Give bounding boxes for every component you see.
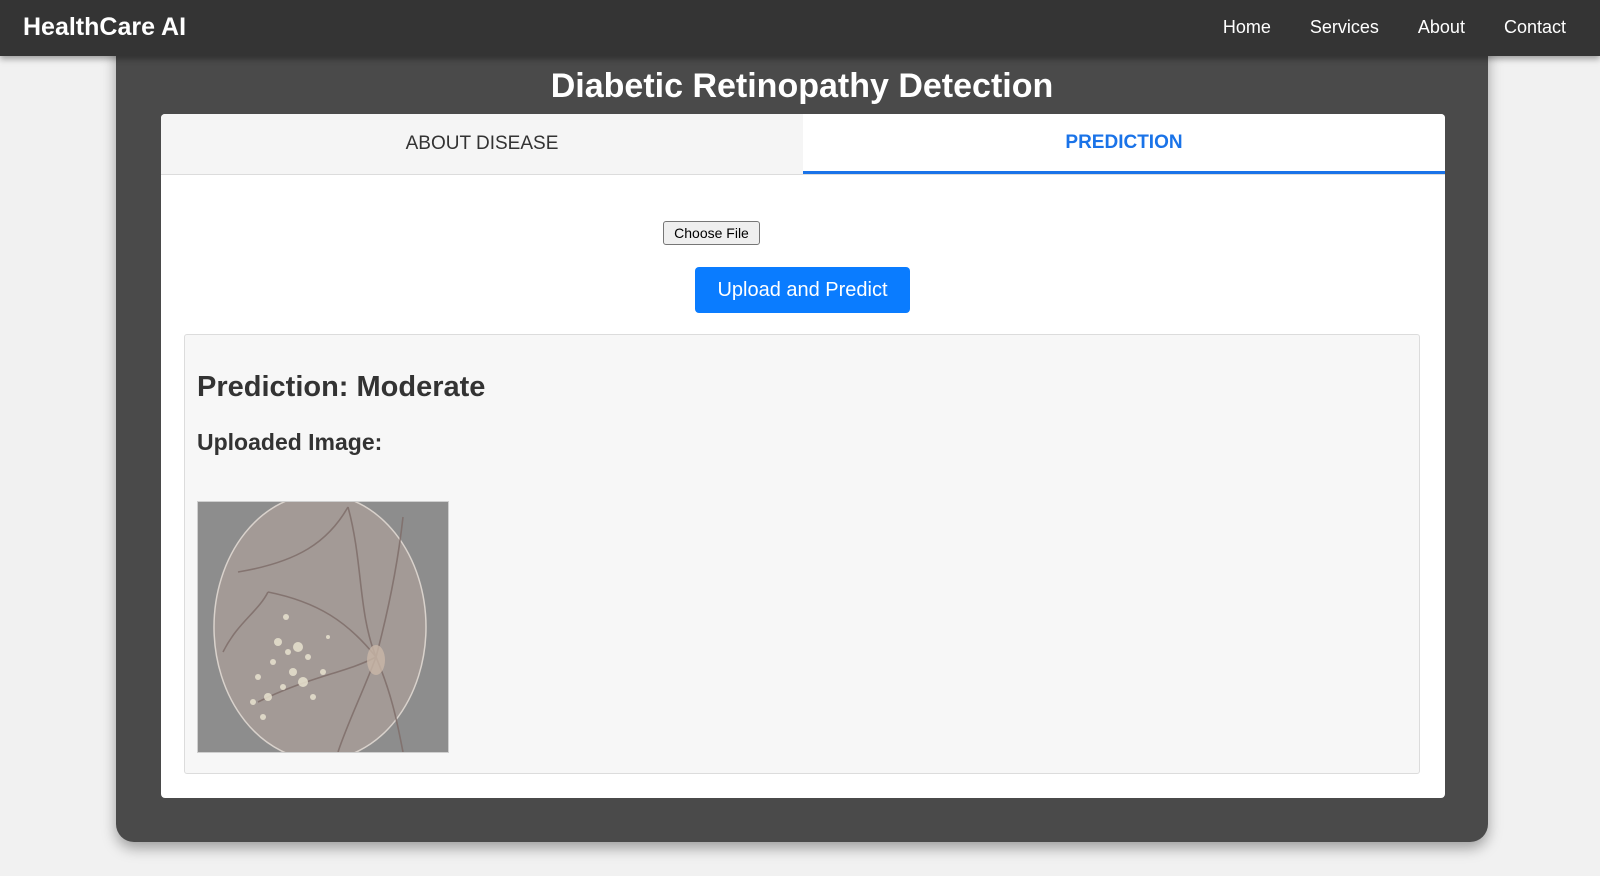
nav-link-home[interactable]: Home — [1223, 17, 1271, 38]
choose-file-button[interactable]: Choose File — [663, 221, 760, 245]
uploaded-image — [197, 501, 449, 753]
retina-image — [198, 502, 448, 752]
navbar: HealthCare AI Home Services About Contac… — [0, 0, 1600, 56]
nav-link-about[interactable]: About — [1418, 17, 1465, 38]
result-box: Prediction: Moderate Uploaded Image: — [184, 334, 1420, 774]
prediction-result: Prediction: Moderate — [197, 371, 486, 403]
nav-link-contact[interactable]: Contact — [1504, 17, 1566, 38]
nav-link-services[interactable]: Services — [1310, 17, 1379, 38]
brand-logo[interactable]: HealthCare AI — [23, 13, 186, 42]
tab-panel: ABOUT DISEASE PREDICTION Choose File Upl… — [161, 114, 1445, 798]
nav-links: Home Services About Contact — [1184, 17, 1566, 38]
tab-about-disease[interactable]: ABOUT DISEASE — [161, 114, 803, 174]
tab-prediction[interactable]: PREDICTION — [803, 114, 1445, 174]
main-card: Diabetic Retinopathy Detection ABOUT DIS… — [116, 20, 1488, 842]
tab-bar: ABOUT DISEASE PREDICTION — [161, 114, 1445, 175]
uploaded-image-label: Uploaded Image: — [197, 429, 383, 455]
upload-and-predict-button[interactable]: Upload and Predict — [695, 267, 910, 313]
page-title: Diabetic Retinopathy Detection — [550, 67, 1054, 105]
